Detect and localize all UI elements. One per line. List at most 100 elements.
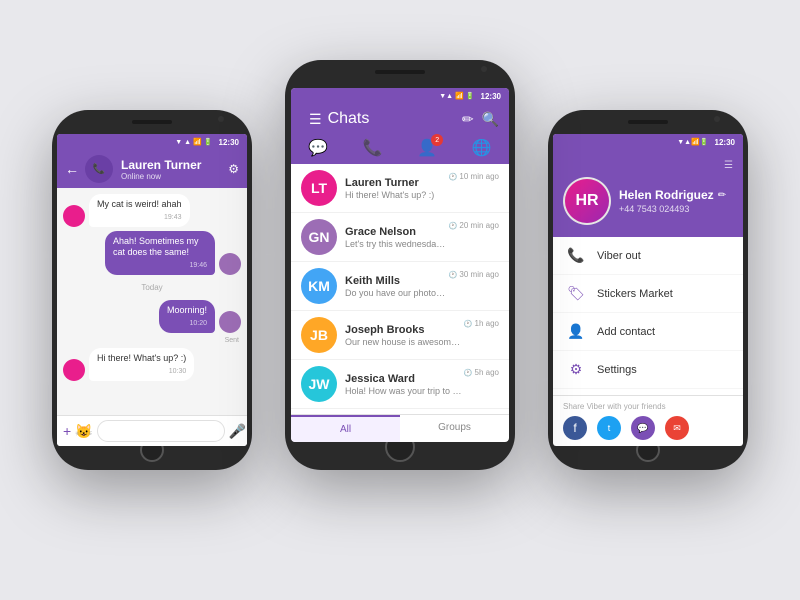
edit-icon[interactable]: ✏ xyxy=(462,111,474,128)
email-share-btn[interactable]: ✉ xyxy=(665,416,689,440)
back-button[interactable]: ← xyxy=(65,161,79,177)
chat-info: Lauren Turner Hi there! What's up? :) xyxy=(345,177,449,200)
facebook-btn[interactable]: f xyxy=(563,416,587,440)
chat-list: LT Lauren Turner Hi there! What's up? :)… xyxy=(291,164,509,414)
avatar: JW xyxy=(301,366,337,402)
chat-input[interactable] xyxy=(97,420,225,442)
chat-name: Jessica Ward xyxy=(345,373,464,385)
contacts-badge: 2 xyxy=(431,134,443,146)
message-row: Hi there! What's up? :) 10:30 xyxy=(63,348,241,381)
tab-calls[interactable]: 📞 xyxy=(363,138,383,158)
chat-time: 🕐 20 min ago xyxy=(449,221,499,230)
chat-time: 🕐 5h ago xyxy=(464,368,499,377)
chat-preview: Hi there! What's up? :) xyxy=(345,190,449,200)
message-time: 19:43 xyxy=(97,213,182,222)
menu-label: Add contact xyxy=(597,326,655,338)
message-bubble: Hi there! What's up? :) 10:30 xyxy=(89,348,194,381)
social-icons: f t 💬 ✉ xyxy=(563,416,733,440)
left-phone: ▼ ▲ 📶 🔋 12:30 ← 📞 Lauren Turner Online n… xyxy=(52,110,252,470)
message-row: Ahah! Sometimes my cat does the same! 19… xyxy=(63,231,241,275)
center-phone: ▼▲ 📶 🔋 12:30 ☰ Chats ✏ 🔍 💬 📞 👤 2 xyxy=(285,60,515,470)
chat-preview: Hola! How was your trip to Dominican Rep… xyxy=(345,386,464,396)
emoji-icon[interactable]: 😺 xyxy=(75,423,92,440)
tab-groups[interactable]: Groups xyxy=(400,415,509,442)
menu-icon[interactable]: ☰ xyxy=(309,111,322,128)
avatar: JB xyxy=(301,317,337,353)
share-text: Share Viber with your friends xyxy=(563,402,733,411)
chat-info: Joseph Brooks Our new house is awesome! … xyxy=(345,324,464,347)
stickers-icon: 🏷 xyxy=(567,285,585,302)
call-button[interactable]: 📞 xyxy=(85,155,113,183)
time-center: 12:30 xyxy=(481,92,501,101)
profile-header: ☰ HR Helen Rodriguez ✏ +44 7543 024493 xyxy=(553,150,743,237)
twitter-btn[interactable]: t xyxy=(597,416,621,440)
app-title: Chats xyxy=(328,110,454,128)
tab-world[interactable]: 🌐 xyxy=(472,138,492,158)
menu-item-viber-out[interactable]: 📞 Viber out xyxy=(553,237,743,275)
contact-status: Online now xyxy=(121,172,228,181)
profile-name: Helen Rodriguez xyxy=(619,188,714,202)
chat-item[interactable]: LT Lauren Turner Hi there! What's up? :)… xyxy=(291,164,509,213)
date-divider: Today xyxy=(63,283,241,292)
chat-info: Grace Nelson Let's try this wednesday...… xyxy=(345,226,449,249)
message-bubble: Ahah! Sometimes my cat does the same! 19… xyxy=(105,231,215,275)
chat-name: Joseph Brooks xyxy=(345,324,464,336)
status-bar-center: ▼▲ 📶 🔋 12:30 xyxy=(291,88,509,104)
msg-avatar xyxy=(219,253,241,275)
tab-messages[interactable]: 💬 xyxy=(308,138,328,158)
chat-time: 🕐 30 min ago xyxy=(449,270,499,279)
menu-label: Stickers Market xyxy=(597,288,673,300)
profile-avatar-area: HR Helen Rodriguez ✏ +44 7543 024493 xyxy=(563,177,733,225)
settings-menu-icon: ⚙ xyxy=(567,361,585,378)
chat-input-bar: + 😺 🎤 xyxy=(57,415,247,446)
menu-item-stickers[interactable]: 🏷 Stickers Market xyxy=(553,275,743,313)
menu-item-add-contact[interactable]: 👤 Add contact xyxy=(553,313,743,351)
tab-contacts[interactable]: 👤 2 xyxy=(417,138,437,158)
chat-info: Keith Mills Do you have our photos from … xyxy=(345,275,449,298)
message-text: Moorning! xyxy=(167,305,207,315)
profile-avatar: HR xyxy=(563,177,611,225)
bottom-tabs: All Groups xyxy=(291,414,509,442)
profile-edit-icon[interactable]: ✏ xyxy=(718,190,726,201)
msg-avatar xyxy=(63,359,85,381)
share-bar: Share Viber with your friends f t 💬 ✉ xyxy=(553,395,743,446)
chat-preview: Do you have our photos from the nye? xyxy=(345,288,449,298)
chat-item[interactable]: KM Keith Mills Do you have our photos fr… xyxy=(291,262,509,311)
menu-label: Viber out xyxy=(597,250,641,262)
chat-item[interactable]: JW Jessica Ward Hola! How was your trip … xyxy=(291,360,509,409)
message-text: Ahah! Sometimes my cat does the same! xyxy=(113,236,199,258)
time-left: 12:30 xyxy=(219,138,239,147)
right-phone: ▼▲📶🔋 12:30 ☰ HR Helen Rodriguez ✏ xyxy=(548,110,748,470)
chat-header: ← 📞 Lauren Turner Online now ⚙ xyxy=(57,150,247,188)
contact-info: Lauren Turner Online now xyxy=(121,158,228,181)
menu-item-settings[interactable]: ⚙ Settings xyxy=(553,351,743,389)
message-time: 19:46 xyxy=(113,261,207,270)
settings-icon[interactable]: ⚙ xyxy=(228,162,239,176)
chat-name: Grace Nelson xyxy=(345,226,449,238)
app-header: ☰ Chats ✏ 🔍 xyxy=(291,104,509,134)
avatar: LT xyxy=(301,170,337,206)
message-bubble: My cat is weird! ahah 19:43 xyxy=(89,194,190,227)
chat-preview: Let's try this wednesday... Is that alri… xyxy=(345,239,449,249)
chat-name: Keith Mills xyxy=(345,275,449,287)
profile-phone: +44 7543 024493 xyxy=(619,204,726,214)
mic-icon[interactable]: 🎤 xyxy=(229,423,246,440)
time-right: 12:30 xyxy=(715,138,735,147)
add-contact-icon: 👤 xyxy=(567,323,585,340)
message-text: Hi there! What's up? :) xyxy=(97,353,186,363)
tab-all[interactable]: All xyxy=(291,415,400,442)
chat-item[interactable]: GN Grace Nelson Let's try this wednesday… xyxy=(291,213,509,262)
viber-out-icon: 📞 xyxy=(567,247,585,264)
menu-label: Settings xyxy=(597,364,637,376)
search-icon[interactable]: 🔍 xyxy=(482,111,499,128)
message-bubble: Moorning! 10:20 xyxy=(159,300,215,333)
hamburger-icon[interactable]: ☰ xyxy=(724,160,733,171)
chat-preview: Our new house is awesome! You should com… xyxy=(345,337,464,347)
add-icon[interactable]: + xyxy=(63,423,71,439)
message-row: My cat is weird! ahah 19:43 xyxy=(63,194,241,227)
viber-share-btn[interactable]: 💬 xyxy=(631,416,655,440)
avatar: GN xyxy=(301,219,337,255)
chat-info: Jessica Ward Hola! How was your trip to … xyxy=(345,373,464,396)
chat-item[interactable]: JB Joseph Brooks Our new house is awesom… xyxy=(291,311,509,360)
messages-area: My cat is weird! ahah 19:43 Ahah! Someti… xyxy=(57,188,247,415)
